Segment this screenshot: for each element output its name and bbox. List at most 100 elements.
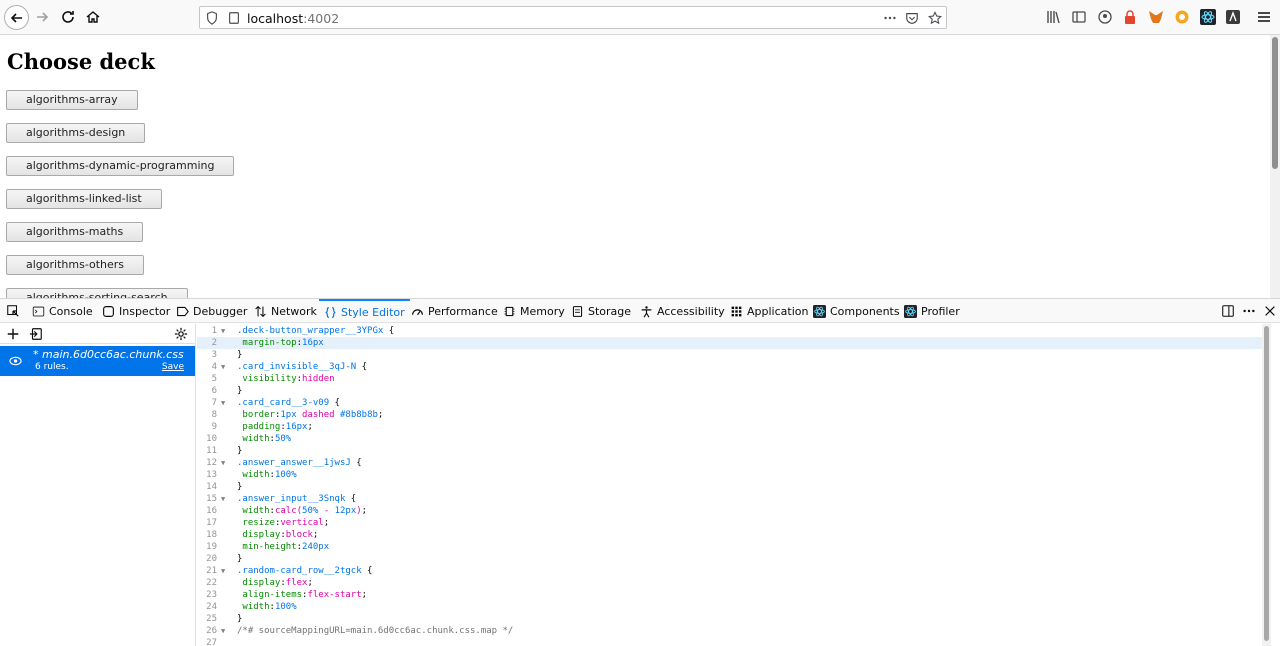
save-link[interactable]: Save <box>162 362 184 372</box>
storage-icon <box>572 305 583 317</box>
library-icon[interactable] <box>1046 9 1062 25</box>
line-number: 25 <box>206 614 217 624</box>
bookmark-star-icon[interactable] <box>927 10 943 26</box>
fold-toggle-icon[interactable]: ▼ <box>221 625 225 637</box>
code-line[interactable]: 3} <box>197 349 1271 361</box>
back-button[interactable] <box>4 5 29 30</box>
stylesheet-rule-count: 6 rules. <box>35 362 69 372</box>
code-line[interactable]: 14} <box>197 481 1271 493</box>
code-line[interactable]: 27 <box>197 637 1271 646</box>
line-number: 9 <box>211 422 217 432</box>
deck-button-algorithms-others[interactable]: algorithms-others <box>6 255 145 275</box>
code-line[interactable]: 25} <box>197 613 1271 625</box>
tracking-shield-icon[interactable] <box>204 10 220 26</box>
metamask-fox-icon[interactable] <box>1148 9 1164 25</box>
code-text: } <box>237 350 243 360</box>
editor-scrollbar-thumb[interactable] <box>1264 326 1269 641</box>
import-stylesheet-icon[interactable] <box>28 326 44 342</box>
deck-button-algorithms-maths[interactable]: algorithms-maths <box>6 222 144 242</box>
url-text[interactable]: localhost:4002 <box>247 11 339 26</box>
browser-toolbar: localhost:4002 <box>0 0 1280 35</box>
code-editor[interactable]: 1 ▼ .deck-button_wrapper__3YPGx {2 margin-… <box>197 324 1271 646</box>
tab-accessibility[interactable]: Accessibility <box>640 299 725 323</box>
page-title: Choose deck <box>7 49 155 74</box>
fold-toggle-icon[interactable]: ▼ <box>221 361 225 373</box>
code-line[interactable]: 8 border:1px dashed #8b8b8b; <box>197 409 1271 421</box>
dock-toggle-icon[interactable] <box>1220 303 1236 319</box>
tab-profiler[interactable]: Profiler <box>904 299 960 323</box>
url-port: :4002 <box>303 11 340 26</box>
page-info-icon[interactable] <box>226 10 242 26</box>
deck-button-algorithms-array[interactable]: algorithms-array <box>6 90 138 110</box>
fold-toggle-icon[interactable]: ▼ <box>221 457 225 469</box>
code-line[interactable]: 10 width:50% <box>197 433 1271 445</box>
pocket-icon[interactable] <box>904 10 920 26</box>
fold-toggle-icon[interactable]: ▼ <box>221 565 225 577</box>
gear-icon[interactable] <box>173 326 189 342</box>
page-actions-icon[interactable] <box>882 10 898 26</box>
tab-console[interactable]: Console <box>32 299 93 323</box>
code-line[interactable]: 7 ▼ .card_card__3-v09 { <box>197 397 1271 409</box>
code-line[interactable]: 26 ▼ /*# sourceMappingURL=main.6d0cc6ac.ch… <box>197 625 1271 637</box>
deck-button-algorithms-dynamic-programming[interactable]: algorithms-dynamic-programming <box>6 156 235 176</box>
code-line[interactable]: 5 visibility:hidden <box>197 373 1271 385</box>
tab-application[interactable]: Application <box>730 299 808 323</box>
forward-button[interactable] <box>30 5 54 29</box>
code-line[interactable]: 12 ▼ .answer_answer__1jwsJ { <box>197 457 1271 469</box>
editor-scrollbar[interactable] <box>1262 324 1271 646</box>
code-line[interactable]: 9 padding:16px; <box>197 421 1271 433</box>
code-line[interactable]: 4 ▼ .card_invisible__3qJ-N { <box>197 361 1271 373</box>
fold-toggle-icon[interactable]: ▼ <box>221 325 225 337</box>
deck-button-algorithms-linked-list[interactable]: algorithms-linked-list <box>6 189 162 209</box>
deck-button-algorithms-design[interactable]: algorithms-design <box>6 123 146 143</box>
code-line[interactable]: 15 ▼ .answer_input__3Snqk { <box>197 493 1271 505</box>
hamburger-menu-icon[interactable] <box>1256 9 1272 25</box>
tab-inspector[interactable]: Inspector <box>102 299 170 323</box>
code-line[interactable]: 2 margin-top:16px <box>197 337 1271 349</box>
devtools-overflow-menu-icon[interactable] <box>1241 303 1257 319</box>
code-line[interactable]: 23 align-items:flex-start; <box>197 589 1271 601</box>
code-line[interactable]: 17 resize:vertical; <box>197 517 1271 529</box>
eye-icon[interactable] <box>9 356 22 366</box>
new-stylesheet-plus-icon[interactable] <box>5 326 21 342</box>
tab-components[interactable]: Components <box>813 299 900 323</box>
tab-debugger[interactable]: Debugger <box>176 299 247 323</box>
code-line[interactable]: 18 display:block; <box>197 529 1271 541</box>
element-picker-icon[interactable] <box>5 303 21 319</box>
tab-style-editor[interactable]: Style Editor <box>319 299 410 323</box>
reload-button[interactable] <box>56 5 80 29</box>
code-text: padding:16px; <box>242 422 313 432</box>
code-line[interactable]: 11} <box>197 445 1271 457</box>
code-line[interactable]: 22 display:flex; <box>197 577 1271 589</box>
tab-performance[interactable]: Performance <box>411 299 498 323</box>
tab-storage[interactable]: Storage <box>571 299 631 323</box>
tab-storage-label: Storage <box>588 304 632 318</box>
code-line[interactable]: 6} <box>197 385 1271 397</box>
deck-button-algorithms-sorting-search[interactable]: algorithms-sorting-search <box>6 288 188 298</box>
close-devtools-icon[interactable] <box>1262 303 1278 319</box>
code-line[interactable]: 16 width:calc(50% - 12px); <box>197 505 1271 517</box>
code-line[interactable]: 13 width:100% <box>197 469 1271 481</box>
extension-dark-icon[interactable] <box>1225 9 1241 25</box>
line-number: 4 <box>211 362 217 372</box>
stylesheet-item-selected[interactable]: * main.6d0cc6ac.chunk.css 6 rules. Save <box>0 346 195 376</box>
tab-network[interactable]: Network <box>254 299 317 323</box>
code-line[interactable]: 21 ▼ .random-card_row__2tgck { <box>197 565 1271 577</box>
url-bar[interactable]: localhost:4002 <box>199 6 947 29</box>
extension-lock-icon[interactable] <box>1122 9 1138 25</box>
account-icon[interactable] <box>1097 9 1113 25</box>
code-line[interactable]: 19 min-height:240px <box>197 541 1271 553</box>
fold-toggle-icon[interactable]: ▼ <box>221 493 225 505</box>
fold-toggle-icon[interactable]: ▼ <box>221 397 225 409</box>
code-line[interactable]: 20} <box>197 553 1271 565</box>
page-scrollbar[interactable] <box>1270 35 1280 298</box>
code-line[interactable]: 24 width:100% <box>197 601 1271 613</box>
react-devtools-icon[interactable] <box>1200 9 1216 25</box>
line-number: 23 <box>206 590 217 600</box>
page-scrollbar-thumb[interactable] <box>1272 37 1278 169</box>
extension-coin-icon[interactable] <box>1174 9 1190 25</box>
home-button[interactable] <box>81 5 105 29</box>
tab-memory[interactable]: Memory <box>503 299 565 323</box>
code-line[interactable]: 1 ▼ .deck-button_wrapper__3YPGx { <box>197 325 1271 337</box>
sidebar-icon[interactable] <box>1071 9 1087 25</box>
